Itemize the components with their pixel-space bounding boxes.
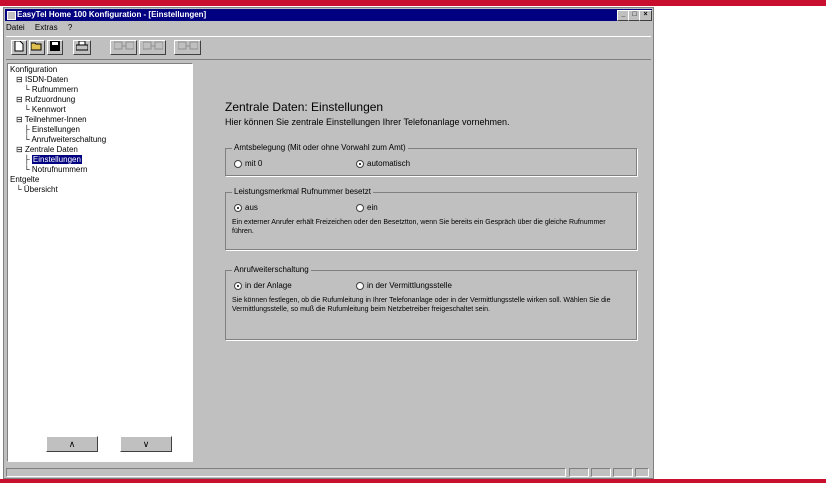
close-button[interactable]: × bbox=[639, 10, 652, 21]
radio-on-icon bbox=[234, 203, 242, 212]
window-title: EasyTel Home 100 Konfiguration - [Einste… bbox=[17, 10, 207, 19]
resize-grip-icon[interactable] bbox=[635, 468, 649, 477]
tree-item-anrufweiterschaltung[interactable]: └ Anrufweiterschaltung bbox=[10, 135, 106, 145]
page-title: Zentrale Daten: Einstellungen bbox=[225, 100, 384, 114]
status-field-1 bbox=[569, 468, 589, 477]
transfer-icon bbox=[177, 41, 198, 50]
radio-on-icon bbox=[234, 281, 242, 290]
save-button[interactable] bbox=[47, 40, 63, 55]
radio-on-icon bbox=[356, 159, 364, 168]
transfer-button-1[interactable] bbox=[110, 40, 137, 55]
menu-datei[interactable]: Datei bbox=[6, 23, 25, 32]
group-rufnummer-besetzt-legend: Leistungsmerkmal Rufnummer besetzt bbox=[232, 187, 373, 196]
new-doc-icon bbox=[14, 40, 24, 52]
top-red-bar bbox=[0, 0, 826, 6]
radio-off-icon bbox=[234, 159, 242, 168]
tree-item-rufnummern[interactable]: └ Rufnummern bbox=[10, 85, 106, 95]
transfer-icon bbox=[113, 41, 134, 50]
print-icon bbox=[75, 40, 89, 51]
tree-item-einstellungen-selected[interactable]: ├ Einstellungen bbox=[10, 155, 106, 165]
bottom-red-bar bbox=[0, 479, 826, 483]
navigation-tree: Konfiguration ⊟ ISDN-Daten └ Rufnummern … bbox=[10, 65, 106, 195]
group-amtsbelegung: Amtsbelegung (Mit oder ohne Vorwahl zum … bbox=[225, 143, 637, 176]
prev-button[interactable]: ∧ bbox=[46, 436, 98, 452]
menu-help[interactable]: ? bbox=[68, 23, 72, 32]
next-button[interactable]: ∨ bbox=[120, 436, 172, 452]
status-bar bbox=[6, 468, 651, 477]
group-anrufweiterschaltung-description: Sie können festlegen, ob die Rufumleitun… bbox=[232, 297, 611, 313]
toolbar bbox=[6, 36, 651, 60]
settings-panel: Zentrale Daten: Einstellungen Hier könne… bbox=[213, 80, 650, 462]
group-amtsbelegung-legend: Amtsbelegung (Mit oder ohne Vorwahl zum … bbox=[232, 143, 408, 152]
radio-in-der-anlage[interactable]: in der Anlage bbox=[234, 281, 292, 290]
status-field-main bbox=[6, 468, 566, 477]
radio-automatisch[interactable]: automatisch bbox=[356, 159, 410, 168]
transfer-icon bbox=[142, 41, 163, 50]
status-field-3 bbox=[613, 468, 633, 477]
group-rufnummer-besetzt-description: Ein externer Anrufer erhält Freizeichen … bbox=[232, 219, 606, 235]
tree-item-uebersicht[interactable]: └ Übersicht bbox=[10, 185, 106, 195]
menu-extras[interactable]: Extras bbox=[35, 23, 58, 32]
radio-off-icon bbox=[356, 203, 364, 212]
open-button[interactable] bbox=[29, 40, 45, 55]
tree-item-konfiguration[interactable]: Konfiguration bbox=[10, 65, 106, 75]
radio-mit-0[interactable]: mit 0 bbox=[234, 159, 262, 168]
navigation-tree-panel: Konfiguration ⊟ ISDN-Daten └ Rufnummern … bbox=[7, 63, 193, 462]
print-button[interactable] bbox=[73, 40, 91, 55]
title-bar: EasyTel Home 100 Konfiguration - [Einste… bbox=[5, 9, 652, 21]
radio-off-icon bbox=[356, 281, 364, 290]
group-anrufweiterschaltung: Anrufweiterschaltung in der Anlage in de… bbox=[225, 265, 637, 340]
radio-ein[interactable]: ein bbox=[356, 203, 378, 212]
tree-item-einstellungen-teilnehmer[interactable]: ├ Einstellungen bbox=[10, 125, 106, 135]
save-icon bbox=[50, 41, 60, 51]
tree-item-zentrale-daten[interactable]: ⊟ Zentrale Daten bbox=[10, 145, 106, 155]
transfer-button-2[interactable] bbox=[139, 40, 166, 55]
tree-item-isdn-daten[interactable]: ⊟ ISDN-Daten bbox=[10, 75, 106, 85]
tree-item-notrufnummern[interactable]: └ Notrufnummern bbox=[10, 165, 106, 175]
open-icon bbox=[30, 42, 42, 51]
new-doc-button[interactable] bbox=[11, 40, 27, 55]
app-icon[interactable] bbox=[7, 11, 16, 20]
tree-item-kennwort[interactable]: └ Kennwort bbox=[10, 105, 106, 115]
radio-in-der-vermittlungsstelle[interactable]: in der Vermittlungsstelle bbox=[356, 281, 452, 290]
transfer-button-3[interactable] bbox=[174, 40, 201, 55]
radio-aus[interactable]: aus bbox=[234, 203, 258, 212]
status-field-2 bbox=[591, 468, 611, 477]
group-anrufweiterschaltung-legend: Anrufweiterschaltung bbox=[232, 265, 311, 274]
group-rufnummer-besetzt: Leistungsmerkmal Rufnummer besetzt aus e… bbox=[225, 187, 637, 250]
tree-item-entgelte[interactable]: Entgelte bbox=[10, 175, 106, 185]
page-subtitle: Hier können Sie zentrale Einstellungen I… bbox=[225, 117, 510, 127]
tree-item-rufzuordnung[interactable]: ⊟ Rufzuordnung bbox=[10, 95, 106, 105]
menu-bar: Datei Extras ? bbox=[6, 22, 80, 34]
tree-item-teilnehmer[interactable]: ⊟ Teilnehmer-Innen bbox=[10, 115, 106, 125]
app-window: EasyTel Home 100 Konfiguration - [Einste… bbox=[3, 7, 654, 479]
